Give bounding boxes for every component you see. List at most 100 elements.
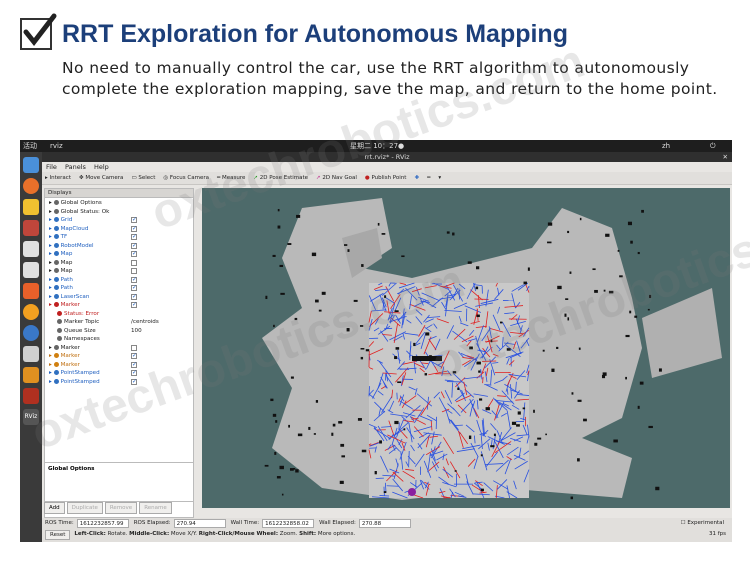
tool-focus-camera[interactable]: ◎ Focus Camera <box>163 172 209 184</box>
display-row[interactable]: ▸ TF <box>45 233 193 242</box>
menu-help[interactable]: Help <box>94 163 109 171</box>
display-checkbox[interactable] <box>131 344 137 351</box>
page-description: No need to manually control the car, use… <box>62 59 718 98</box>
editor-icon[interactable] <box>23 346 39 362</box>
display-checkbox[interactable] <box>131 276 137 284</box>
display-checkbox[interactable] <box>131 216 137 225</box>
tool-move-camera[interactable]: ✥ Move Camera <box>79 172 123 184</box>
display-row[interactable]: ▸ Map <box>45 267 193 276</box>
display-row-label: ▸ PointStamped <box>49 378 100 385</box>
display-row[interactable]: ▸ PointStamped <box>45 369 193 378</box>
display-checkbox[interactable] <box>131 378 137 386</box>
rviz-icon[interactable]: RViz <box>23 409 39 425</box>
tool-dropdown-icon[interactable]: ▾ <box>438 172 441 184</box>
tool-publish-point[interactable]: ● Publish Point <box>365 172 407 184</box>
reset-button[interactable]: Reset <box>45 529 71 540</box>
display-checkbox[interactable] <box>131 268 137 274</box>
document-icon[interactable] <box>23 241 39 257</box>
wall-time-field[interactable]: 1612232858.02 <box>262 519 315 528</box>
tool-2d-pose-estimate[interactable]: ➚ 2D Pose Estimate <box>253 172 308 184</box>
display-checkbox[interactable] <box>131 369 137 378</box>
duplicate-button[interactable]: Duplicate <box>66 502 103 514</box>
document-icon[interactable] <box>23 262 39 278</box>
display-row[interactable]: ▸ Grid <box>45 216 193 225</box>
robot-marker <box>408 488 416 496</box>
language-indicator[interactable]: zh <box>662 140 670 152</box>
tool-interact[interactable]: ▸ Interact <box>45 172 71 184</box>
display-checkbox[interactable] <box>131 301 137 310</box>
display-row-text: RobotModel <box>60 242 94 249</box>
power-icon[interactable]: ⏻ <box>710 140 716 152</box>
display-row[interactable]: ▸ Marker <box>45 344 193 353</box>
map-canvas[interactable] <box>202 188 730 508</box>
display-row[interactable]: ▸ Marker <box>45 361 193 370</box>
display-row[interactable]: Status: Error <box>45 310 193 319</box>
zoom-plus-icon[interactable]: ✚ <box>414 172 419 184</box>
dock-app-icon[interactable] <box>23 220 39 236</box>
experimental-checkbox[interactable]: ☐ Experimental <box>681 518 724 529</box>
display-row[interactable]: ▸ Map <box>45 259 193 268</box>
display-checkbox[interactable] <box>131 242 137 250</box>
display-row[interactable]: ▸ LaserScan <box>45 293 193 302</box>
window-title-text: rrt.rviz* - RViz <box>364 153 410 161</box>
display-row[interactable]: ▸ Global Options <box>45 199 193 208</box>
display-row[interactable]: ▸ RobotModel <box>45 242 193 251</box>
clock[interactable]: 星期二 10：27● <box>350 140 404 152</box>
help-icon[interactable] <box>23 325 39 341</box>
display-checkbox[interactable] <box>131 293 137 301</box>
display-row-label: ▸ MapCloud <box>49 225 89 232</box>
dock-app-icon[interactable] <box>23 388 39 404</box>
display-row-label: ▸ Marker <box>49 361 80 368</box>
dock-app-icon[interactable] <box>23 157 39 173</box>
tool-select[interactable]: ▭ Select <box>131 172 155 184</box>
display-row[interactable]: Marker Topic/centroids <box>45 318 193 327</box>
3d-viewport[interactable] <box>202 188 730 508</box>
obstacle-cell <box>412 356 442 361</box>
display-row[interactable]: ▸ Path <box>45 284 193 293</box>
menu-panels[interactable]: Panels <box>65 163 86 171</box>
display-row[interactable]: ▸ Marker <box>45 301 193 310</box>
menu-file[interactable]: File <box>46 163 57 171</box>
display-row[interactable]: ▸ Map <box>45 250 193 259</box>
sublime-icon[interactable] <box>23 367 39 383</box>
ros-time-field[interactable]: 1612232857.99 <box>76 519 129 528</box>
tool-label: Move Camera <box>85 175 124 181</box>
remove-button[interactable]: Remove <box>104 502 138 514</box>
display-checkbox[interactable] <box>131 284 137 293</box>
active-app-label[interactable]: rviz <box>50 140 63 152</box>
display-row[interactable]: Queue Size 100 <box>45 327 193 336</box>
close-icon[interactable]: ✕ <box>723 152 728 162</box>
obstacle-cell <box>571 392 574 395</box>
display-checkbox[interactable] <box>131 250 137 259</box>
display-checkbox[interactable] <box>131 361 137 369</box>
display-row[interactable]: ▸ Path <box>45 276 193 285</box>
zoom-minus-icon[interactable]: ━ <box>427 172 430 184</box>
obstacle-cell <box>379 440 382 444</box>
display-checkbox[interactable] <box>131 259 137 266</box>
display-row-label: ▸ Marker <box>49 353 80 359</box>
obstacle-cell <box>629 310 632 314</box>
firefox-icon[interactable] <box>23 178 39 194</box>
display-row[interactable]: ▸ PointStamped <box>45 378 193 387</box>
fps-counter: 31 fps <box>708 531 726 537</box>
wall-elapsed-field[interactable]: 270.88 <box>358 519 411 528</box>
tool-2d-nav-goal[interactable]: ➚ 2D Nav Goal <box>316 172 357 184</box>
display-row[interactable]: Namespaces <box>45 335 193 344</box>
obstacle-cell <box>277 225 281 229</box>
obstacle-cell <box>533 409 535 413</box>
display-row[interactable]: ▸ MapCloud <box>45 225 193 234</box>
display-row[interactable]: ▸ Marker <box>45 352 193 361</box>
software-center-icon[interactable] <box>23 283 39 299</box>
ros-elapsed-field[interactable]: 270.94 <box>173 519 226 528</box>
activities-label[interactable]: 活动 <box>23 140 37 152</box>
display-row[interactable]: ▸ Global Status: Ok <box>45 208 193 217</box>
display-checkbox[interactable] <box>131 225 137 233</box>
display-checkbox[interactable] <box>131 352 137 361</box>
dock-app-icon[interactable] <box>23 199 39 215</box>
dock-app-icon[interactable] <box>23 304 39 320</box>
display-checkbox[interactable] <box>131 233 137 242</box>
tool-measure[interactable]: ━ Measure <box>217 172 245 184</box>
add-button[interactable]: Add <box>44 502 65 514</box>
display-row-text: Grid <box>60 217 73 223</box>
rename-button[interactable]: Rename <box>139 502 172 514</box>
